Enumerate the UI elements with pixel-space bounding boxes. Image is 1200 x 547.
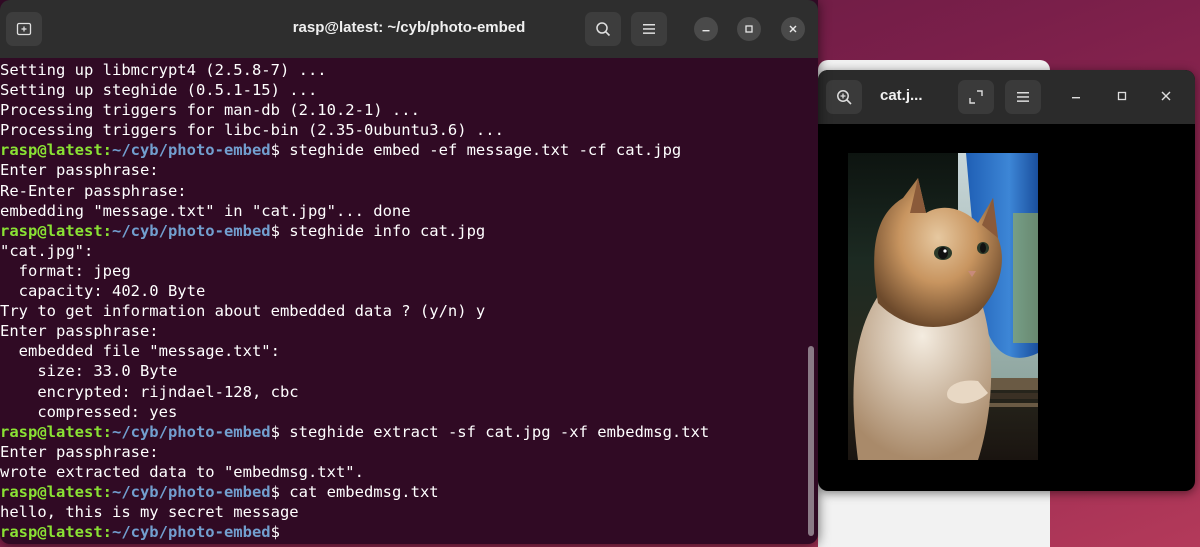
output-text: format: jpeg: [0, 261, 131, 280]
terminal-output-line: Re-Enter passphrase:: [0, 181, 806, 201]
output-text: Setting up steghide (0.5.1-15) ...: [0, 81, 318, 100]
terminal-output-line: Processing triggers for libc-bin (2.35-0…: [0, 120, 806, 140]
terminal-output-line: embedded file "message.txt":: [0, 341, 806, 361]
zoom-in-icon[interactable]: [826, 80, 862, 114]
image-viewer-title: cat.j...: [880, 87, 923, 104]
terminal-output-line: Processing triggers for man-db (2.10.2-1…: [0, 100, 806, 120]
image-viewer-window: cat.j...: [818, 70, 1195, 491]
terminal-command-line: rasp@latest:~/cyb/photo-embed$ cat embed…: [0, 482, 806, 502]
output-text: capacity: 402.0 Byte: [0, 282, 206, 301]
prompt-user: rasp@latest:: [0, 221, 112, 240]
terminal-output-line: size: 33.0 Byte: [0, 361, 806, 381]
close-icon[interactable]: [781, 17, 805, 41]
prompt-path: ~/cyb/photo-embed: [111, 422, 271, 441]
output-text: "cat.jpg":: [0, 241, 94, 260]
terminal-command-line: rasp@latest:~/cyb/photo-embed$ steghide …: [0, 140, 806, 160]
output-text: Re-Enter passphrase:: [0, 181, 187, 200]
image-viewer-header: cat.j...: [818, 70, 1195, 124]
terminal-header: rasp@latest: ~/cyb/photo-embed: [0, 0, 818, 58]
terminal-command-line: rasp@latest:~/cyb/photo-embed$: [0, 522, 806, 542]
terminal-output-line: capacity: 402.0 Byte: [0, 281, 806, 301]
terminal-output-line: compressed: yes: [0, 402, 806, 422]
command-text: cat embedmsg.txt: [279, 482, 439, 501]
prompt-path: ~/cyb/photo-embed: [111, 221, 271, 240]
prompt-user: rasp@latest:: [0, 141, 112, 160]
close-icon[interactable]: [1154, 84, 1178, 108]
terminal-output-line: Enter passphrase:: [0, 160, 806, 180]
output-text: wrote extracted data to "embedmsg.txt".: [0, 462, 364, 481]
terminal-output[interactable]: Setting up libmcrypt4 (2.5.8-7) ... Setti…: [0, 60, 806, 542]
terminal-scrollbar[interactable]: [808, 346, 814, 536]
output-text: Enter passphrase:: [0, 442, 159, 461]
prompt-path: ~/cyb/photo-embed: [111, 141, 271, 160]
output-text: Processing triggers for libc-bin (2.35-0…: [0, 121, 504, 140]
terminal-output-line: Enter passphrase:: [0, 321, 806, 341]
maximize-icon[interactable]: [1110, 84, 1134, 108]
terminal-output-line: Enter passphrase:: [0, 442, 806, 462]
cat-photo: [848, 153, 1038, 460]
terminal-window: rasp@latest: ~/cyb/photo-embed Setting u…: [0, 0, 818, 544]
output-text: encrypted: rijndael-128, cbc: [0, 382, 299, 401]
terminal-command-line: rasp@latest:~/cyb/photo-embed$ steghide …: [0, 221, 806, 241]
terminal-output-line: "cat.jpg":: [0, 241, 806, 261]
search-icon[interactable]: [585, 12, 621, 46]
hamburger-menu-icon[interactable]: [1005, 80, 1041, 114]
prompt-user: rasp@latest:: [0, 482, 112, 501]
prompt-user: rasp@latest:: [0, 523, 112, 542]
output-text: Enter passphrase:: [0, 161, 159, 180]
terminal-output-line: embedding "message.txt" in "cat.jpg"... …: [0, 201, 806, 221]
maximize-icon[interactable]: [737, 17, 761, 41]
output-text: Enter passphrase:: [0, 322, 159, 341]
prompt-symbol: $: [270, 141, 280, 160]
minimize-icon[interactable]: [694, 17, 718, 41]
output-text: Try to get information about embedded da…: [0, 302, 486, 321]
output-text: size: 33.0 Byte: [0, 362, 178, 381]
terminal-command-line: rasp@latest:~/cyb/photo-embed$ steghide …: [0, 422, 806, 442]
hamburger-menu-icon[interactable]: [631, 12, 667, 46]
terminal-output-line: Try to get information about embedded da…: [0, 301, 806, 321]
output-text: embedding "message.txt" in "cat.jpg"... …: [0, 201, 411, 220]
terminal-output-line: Setting up steghide (0.5.1-15) ...: [0, 80, 806, 100]
output-text: compressed: yes: [0, 402, 178, 421]
prompt-symbol: $: [270, 422, 280, 441]
terminal-output-line: hello, this is my secret message: [0, 502, 806, 522]
output-text: Setting up libmcrypt4 (2.5.8-7) ...: [0, 61, 327, 79]
command-text: steghide extract -sf cat.jpg -xf embedms…: [279, 422, 710, 441]
fullscreen-icon[interactable]: [958, 80, 994, 114]
prompt-symbol: $: [270, 221, 280, 240]
prompt-path: ~/cyb/photo-embed: [111, 523, 271, 542]
output-text: embedded file "message.txt":: [0, 342, 280, 361]
prompt-user: rasp@latest:: [0, 422, 112, 441]
command-text: steghide info cat.jpg: [279, 221, 486, 240]
terminal-output-line: format: jpeg: [0, 261, 806, 281]
minimize-icon[interactable]: [1064, 84, 1088, 108]
terminal-output-line: encrypted: rijndael-128, cbc: [0, 382, 806, 402]
command-text: steghide embed -ef message.txt -cf cat.j…: [279, 141, 682, 160]
prompt-path: ~/cyb/photo-embed: [111, 482, 271, 501]
output-text: hello, this is my secret message: [0, 503, 299, 522]
prompt-symbol: $: [270, 523, 280, 542]
output-text: Processing triggers for man-db (2.10.2-1…: [0, 101, 420, 120]
terminal-output-line: Setting up libmcrypt4 (2.5.8-7) ...: [0, 60, 806, 80]
terminal-output-line: wrote extracted data to "embedmsg.txt".: [0, 462, 806, 482]
prompt-symbol: $: [270, 482, 280, 501]
